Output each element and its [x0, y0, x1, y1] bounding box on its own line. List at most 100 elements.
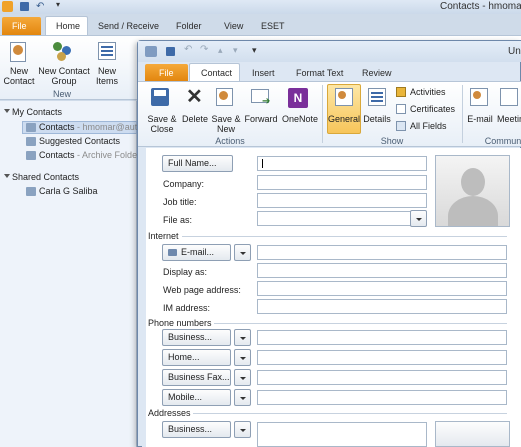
- details-button[interactable]: Details: [361, 114, 393, 124]
- all-fields-icon: [396, 121, 406, 131]
- save-new-icon-detail: [219, 91, 228, 100]
- nav-contacts-hmomar[interactable]: Contacts - hmomar@auto...: [39, 122, 150, 132]
- contacts-folder-icon: [26, 123, 36, 132]
- save-close-button[interactable]: Save & Close: [144, 114, 180, 134]
- nav-carla-saliba[interactable]: Carla G Saliba: [39, 186, 98, 196]
- qat-dropdown-icon[interactable]: ▾: [56, 0, 60, 9]
- business-fax-dropdown[interactable]: [234, 369, 251, 386]
- my-contacts-toggle-icon[interactable]: [4, 109, 10, 113]
- business-fax-field[interactable]: [257, 370, 507, 385]
- contact-photo[interactable]: [435, 155, 510, 227]
- forward-button[interactable]: Forward: [243, 114, 279, 124]
- delete-icon[interactable]: ✕: [186, 86, 203, 108]
- save-close-icon-detail: [154, 90, 166, 96]
- im-address-label: IM address:: [163, 303, 211, 313]
- company-label: Company:: [163, 179, 205, 189]
- home-phone-dropdown[interactable]: [234, 349, 251, 366]
- addresses-section-line: [193, 413, 507, 414]
- nav-contacts-hmomar-label: Contacts: [39, 122, 75, 132]
- onenote-button[interactable]: OneNote: [280, 114, 320, 124]
- contact-down-icon[interactable]: ▾: [233, 45, 238, 56]
- main-tab-send-receive[interactable]: Send / Receive: [98, 21, 159, 31]
- address-type-dropdown[interactable]: [234, 421, 251, 438]
- contact-tab-insert[interactable]: Insert: [252, 68, 275, 78]
- activities-button[interactable]: Activities: [410, 87, 446, 97]
- new-contact-group-button[interactable]: New Contact Group: [37, 66, 91, 86]
- meeting-icon[interactable]: [500, 88, 518, 106]
- main-window-title: Contacts - hmomar: [440, 1, 521, 12]
- business-phone-button[interactable]: Business...: [162, 329, 231, 346]
- general-icon-avatar: [338, 91, 346, 99]
- new-items-button[interactable]: New Items: [92, 66, 122, 86]
- save-icon[interactable]: [20, 2, 29, 11]
- contact-app-icon[interactable]: [145, 46, 157, 57]
- map-button[interactable]: [435, 421, 510, 447]
- email-field[interactable]: [257, 245, 507, 260]
- certificates-button[interactable]: Certificates: [410, 104, 455, 114]
- company-field[interactable]: [257, 175, 427, 190]
- business-phone-dropdown[interactable]: [234, 329, 251, 346]
- certificates-icon: [396, 104, 406, 114]
- email-icon-avatar: [473, 91, 481, 99]
- contact-save-icon[interactable]: [166, 47, 175, 56]
- contact-up-icon[interactable]: ▴: [218, 45, 223, 56]
- main-tab-folder[interactable]: Folder: [176, 21, 202, 31]
- new-contact-group-icon[interactable]: [53, 42, 62, 51]
- email-address-button[interactable]: E-mail...: [162, 244, 231, 261]
- nav-contacts-archive-label: Contacts: [39, 150, 75, 160]
- contact-tab-review[interactable]: Review: [362, 68, 392, 78]
- general-button[interactable]: General: [327, 114, 361, 124]
- save-new-button[interactable]: Save & New: [211, 114, 241, 134]
- full-name-button[interactable]: Full Name...: [162, 155, 233, 172]
- main-tab-eset[interactable]: ESET: [261, 21, 285, 31]
- contact-undo-icon[interactable]: ↶: [184, 44, 192, 55]
- onenote-icon[interactable]: N: [288, 88, 308, 108]
- home-phone-field[interactable]: [257, 350, 507, 365]
- photo-body-icon: [448, 196, 498, 226]
- internet-section-line: [182, 236, 507, 237]
- email-card-icon: [168, 249, 177, 256]
- job-title-field[interactable]: [257, 193, 427, 208]
- nav-contacts-archive[interactable]: Contacts - Archive Folders: [39, 150, 145, 160]
- display-as-label: Display as:: [163, 267, 208, 277]
- nav-suggested-contacts[interactable]: Suggested Contacts: [39, 136, 120, 146]
- mobile-phone-button[interactable]: Mobile...: [162, 389, 231, 406]
- new-items-icon[interactable]: [98, 42, 116, 60]
- contact-tab-format-text[interactable]: Format Text: [296, 68, 343, 78]
- display-as-field[interactable]: [257, 263, 507, 278]
- nav-shared-contacts[interactable]: Shared Contacts: [12, 172, 79, 182]
- new-contact-button[interactable]: New Contact: [2, 66, 36, 86]
- shared-contacts-toggle-icon[interactable]: [4, 174, 10, 178]
- file-as-dropdown[interactable]: [410, 210, 427, 227]
- outlook-app-icon[interactable]: [2, 1, 13, 12]
- all-fields-button[interactable]: All Fields: [410, 121, 447, 131]
- web-page-field[interactable]: [257, 281, 507, 296]
- email-type-dropdown[interactable]: [234, 244, 251, 261]
- email-button[interactable]: E-mail: [465, 114, 495, 124]
- ribbon-separator-2: [462, 85, 463, 143]
- business-fax-button[interactable]: Business Fax...: [162, 369, 231, 386]
- full-name-field[interactable]: [257, 156, 427, 171]
- home-phone-button[interactable]: Home...: [162, 349, 231, 366]
- details-icon[interactable]: [368, 88, 386, 106]
- details-icon-detail: [371, 92, 383, 94]
- file-as-field[interactable]: [257, 211, 413, 226]
- nav-my-contacts[interactable]: My Contacts: [12, 107, 62, 117]
- mobile-phone-dropdown[interactable]: [234, 389, 251, 406]
- meeting-button[interactable]: Meeting: [497, 114, 521, 124]
- undo-icon[interactable]: ↶: [36, 1, 44, 12]
- address-field[interactable]: [257, 422, 427, 447]
- suggested-contacts-folder-icon: [26, 137, 36, 146]
- main-tab-view[interactable]: View: [224, 21, 243, 31]
- new-contact-group-icon-3: [57, 52, 66, 61]
- contact-qat-dropdown-icon[interactable]: ▾: [252, 45, 257, 56]
- internet-section-heading: Internet: [148, 231, 179, 241]
- im-address-field[interactable]: [257, 299, 507, 314]
- address-business-button[interactable]: Business...: [162, 421, 231, 438]
- phone-section-heading: Phone numbers: [148, 318, 212, 328]
- form-left-strip: [142, 148, 146, 447]
- contact-redo-icon[interactable]: ↷: [200, 44, 208, 55]
- business-phone-field[interactable]: [257, 330, 507, 345]
- mobile-phone-field[interactable]: [257, 390, 507, 405]
- delete-button[interactable]: Delete: [180, 114, 210, 124]
